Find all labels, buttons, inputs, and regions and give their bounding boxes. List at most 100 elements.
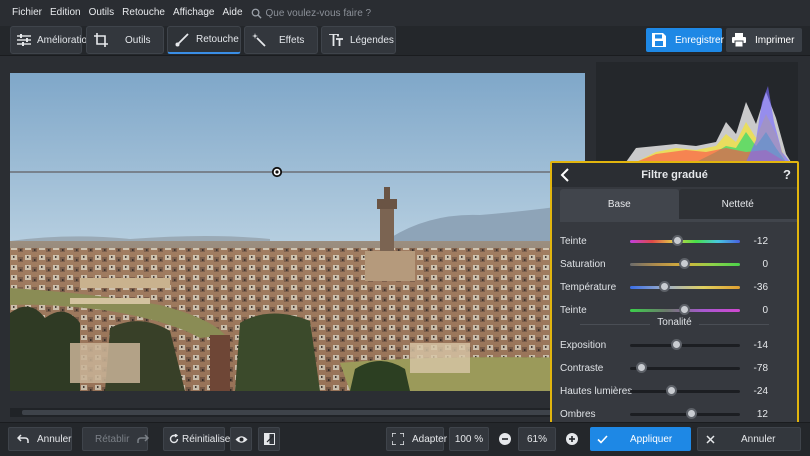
fit-screen-icon — [392, 433, 404, 445]
photo-canvas[interactable] — [10, 73, 585, 391]
menu-affichage[interactable]: Affichage — [169, 0, 219, 26]
print-button[interactable]: Imprimer — [726, 28, 802, 52]
compare-button[interactable] — [258, 427, 280, 451]
tab-retouche[interactable]: Retouche — [167, 26, 241, 54]
minus-circle-icon — [499, 433, 511, 445]
slider-row: Exposition -14 — [552, 337, 797, 353]
redo-label: Rétablir — [95, 433, 130, 445]
tab-label: Amélioration — [37, 34, 93, 46]
cancel-label: Annuler — [741, 433, 776, 445]
slider-track[interactable] — [630, 344, 740, 347]
slider-label: Exposition — [560, 339, 607, 351]
search-box[interactable]: Que voulez-vous faire ? — [251, 8, 372, 19]
undo-label: Annuler — [37, 433, 72, 445]
menu-outils[interactable]: Outils — [85, 0, 119, 26]
undo-button[interactable]: Annuler — [8, 427, 72, 451]
graduated-filter-panel: Filtre gradué ? Base Netteté Teinte -12 Sa… — [550, 161, 799, 456]
menu-aide[interactable]: Aide — [218, 0, 246, 26]
tab-nettete[interactable]: Netteté — [678, 189, 797, 219]
eye-icon — [235, 435, 248, 444]
zoom-in-button[interactable] — [562, 427, 582, 451]
tab-label: Outils — [125, 34, 151, 46]
main-toolbar: Amélioration Outils Retouche Effets Lége… — [0, 26, 810, 56]
zoom-value[interactable]: 61% — [518, 427, 556, 451]
search-icon — [251, 8, 262, 19]
slider-track[interactable] — [630, 390, 740, 393]
panel-tabs: Base Netteté — [560, 189, 797, 219]
slider-row: Ombres 12 — [552, 406, 797, 422]
menu-retouche[interactable]: Retouche — [118, 0, 169, 26]
scrollbar-thumb[interactable] — [22, 410, 562, 415]
slider-handle[interactable] — [665, 385, 677, 396]
preview-eye-button[interactable] — [230, 427, 252, 451]
save-label: Enregistrer — [675, 34, 724, 46]
slider-handle[interactable] — [671, 339, 683, 350]
zoom-100-button[interactable]: 100 % — [449, 427, 489, 451]
help-icon[interactable]: ? — [783, 167, 791, 182]
slider-row: Teinte -12 — [552, 233, 797, 249]
slider-value: 0 — [762, 258, 768, 270]
cancel-button[interactable]: Annuler — [697, 427, 801, 451]
slider-label: Saturation — [560, 258, 606, 270]
floppy-disk-icon — [652, 33, 666, 47]
slider-label: Hautes lumières — [560, 385, 633, 397]
reset-label: Réinitialiser — [182, 433, 234, 445]
sliders-icon — [17, 32, 31, 48]
apply-label: Appliquer — [630, 433, 673, 445]
fit-label: Adapter — [412, 433, 448, 445]
slider-value: -36 — [753, 281, 768, 293]
slider-row: Saturation 0 — [552, 256, 797, 272]
compare-icon — [263, 433, 275, 445]
check-icon — [597, 434, 608, 444]
fit-button[interactable]: Adapter — [386, 427, 448, 451]
menu-edition[interactable]: Edition — [46, 0, 85, 26]
tab-divider — [560, 219, 797, 222]
tab-legendes[interactable]: Légendes — [321, 26, 396, 54]
tab-label: Légendes — [350, 34, 394, 46]
close-icon — [706, 434, 715, 444]
bottom-bar: Annuler Rétablir Réinitialiser Adapter 1… — [0, 422, 810, 456]
slider-value: -14 — [753, 339, 768, 351]
redo-button[interactable]: Rétablir — [82, 427, 150, 451]
slider-handle[interactable] — [685, 408, 697, 419]
workspace: Filtre gradué ? Base Netteté Teinte -12 Sa… — [0, 56, 810, 456]
section-tonalite: Tonalité — [552, 317, 797, 328]
tab-effets[interactable]: Effets — [244, 26, 318, 54]
slider-value: 0 — [762, 304, 768, 316]
slider-handle[interactable] — [659, 281, 671, 292]
text-icon — [328, 32, 344, 48]
horizontal-scrollbar[interactable] — [10, 408, 585, 417]
slider-row: Température -36 — [552, 279, 797, 295]
magic-wand-icon — [251, 32, 267, 48]
slider-handle[interactable] — [672, 235, 684, 246]
slider-value: -78 — [753, 362, 768, 374]
plus-circle-icon — [566, 433, 578, 445]
menu-fichier[interactable]: Fichier — [8, 0, 46, 26]
crop-icon — [93, 32, 109, 48]
slider-value: 12 — [756, 408, 768, 420]
slider-handle[interactable] — [679, 258, 690, 269]
zoom-out-button[interactable] — [495, 427, 515, 451]
panel-header: Filtre gradué ? — [552, 163, 797, 187]
slider-track[interactable] — [630, 240, 740, 243]
reset-button[interactable]: Réinitialiser — [163, 427, 234, 451]
slider-track[interactable] — [630, 286, 740, 289]
slider-row: Teinte 0 — [552, 302, 797, 318]
apply-button[interactable]: Appliquer — [590, 427, 691, 451]
menu-bar: Fichier Edition Outils Retouche Affichag… — [0, 0, 810, 26]
reset-icon — [169, 434, 179, 444]
tab-base[interactable]: Base — [560, 189, 679, 219]
brush-icon — [174, 32, 190, 48]
tab-outils[interactable]: Outils — [86, 26, 164, 54]
slider-value: -12 — [753, 235, 768, 247]
slider-handle[interactable] — [636, 362, 648, 373]
back-arrow-icon[interactable] — [558, 167, 572, 183]
search-placeholder[interactable]: Que voulez-vous faire ? — [266, 8, 372, 19]
slider-handle[interactable] — [679, 304, 690, 315]
slider-label: Teinte — [560, 304, 587, 316]
slider-row: Contraste -78 — [552, 360, 797, 376]
slider-label: Contraste — [560, 362, 604, 374]
panel-title: Filtre gradué — [641, 169, 708, 181]
tab-amelioration[interactable]: Amélioration — [10, 26, 93, 54]
save-button[interactable]: Enregistrer — [646, 28, 724, 52]
